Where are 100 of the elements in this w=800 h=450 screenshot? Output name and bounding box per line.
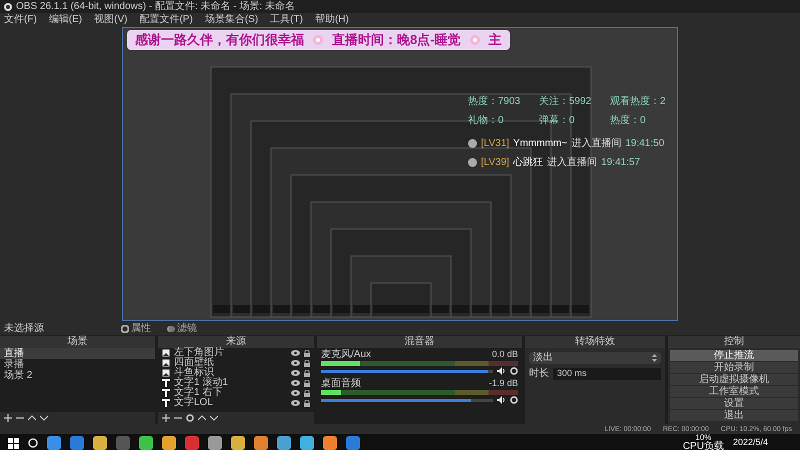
badge-icon: [468, 139, 477, 148]
level-reading: 0.0 dB: [492, 350, 518, 360]
eye-icon: [291, 380, 300, 386]
dock-title: 控制: [724, 337, 744, 347]
banner-text: 直播时间：晚8点-睡觉: [332, 31, 461, 50]
app-icon[interactable]: [208, 436, 222, 450]
channel-name: 麦克风/Aux: [321, 350, 372, 360]
lock-icon: [304, 350, 310, 356]
app-icon[interactable]: [139, 436, 153, 450]
menu-item[interactable]: 编辑(E): [48, 14, 82, 24]
lock-icon: [304, 370, 310, 376]
user-name: 心跳狂: [513, 156, 544, 170]
image-icon: [162, 369, 170, 377]
menu-item[interactable]: 工具(T): [270, 14, 303, 24]
stat-text: 关注：5992: [539, 94, 592, 109]
badge-icon: [468, 158, 477, 167]
app-icon[interactable]: [162, 436, 176, 450]
user-level: [LV39]: [481, 156, 510, 170]
lock-icon: [304, 380, 310, 386]
cpu-percent: 10%: [695, 434, 712, 442]
eye-icon: [291, 370, 300, 376]
dropdown-value: 淡出: [533, 353, 553, 363]
eye-icon: [291, 400, 300, 406]
scene-item[interactable]: 录播: [0, 359, 155, 370]
dock-title: 场景: [68, 337, 88, 347]
source-name: 四面壁纸: [174, 358, 215, 368]
transition-dropdown[interactable]: 淡出: [529, 352, 661, 364]
menu-item[interactable]: 视图(V): [94, 14, 128, 24]
source-name: 左下角图片: [174, 348, 225, 358]
user-level: [LV31]: [481, 137, 510, 151]
source-name: 斗鱼标识: [174, 368, 214, 378]
move-up-icon[interactable]: [198, 414, 206, 422]
add-icon[interactable]: [162, 414, 170, 422]
app-icon[interactable]: [70, 436, 84, 450]
channel-name: 桌面音频: [321, 379, 361, 389]
move-down-icon[interactable]: [40, 414, 48, 422]
scene-item[interactable]: 直播: [0, 348, 155, 359]
stat-text: 观看热度：2: [610, 94, 667, 109]
image-icon: [162, 359, 170, 367]
move-up-icon[interactable]: [28, 414, 36, 422]
menu-item[interactable]: 文件(F): [4, 14, 37, 24]
app-icon[interactable]: [277, 436, 291, 450]
lock-icon: [304, 360, 310, 366]
window-title: OBS 26.1.1 (64-bit, windows) - 配置文件: 未命名 - 场景: 未命名: [16, 2, 295, 12]
app-icon[interactable]: [93, 436, 107, 450]
windows-icon: [8, 438, 19, 448]
search-circle-icon: [28, 438, 38, 448]
banner-text: 主: [488, 31, 502, 50]
duration-label: 时长: [529, 369, 549, 379]
source-name: 文字LOL: [174, 398, 214, 408]
stat-text: 礼物：0: [468, 114, 505, 128]
speaker-icon: [497, 367, 506, 375]
control-button[interactable]: 工作室模式: [670, 386, 798, 397]
control-button[interactable]: 开始录制: [670, 362, 798, 373]
source-name: 文字1 滚动1: [174, 378, 229, 388]
message-time: 19:41:57: [601, 156, 640, 170]
app-icon[interactable]: [323, 436, 337, 450]
menu-item[interactable]: 帮助(H): [314, 14, 349, 24]
message-text: 进入直播间: [571, 136, 622, 151]
taskbar-date: 2022/5/4: [732, 436, 768, 450]
control-button[interactable]: 设置: [670, 398, 798, 409]
spinner-arrows-icon: [652, 354, 657, 362]
app-icon[interactable]: [47, 436, 61, 450]
stat-text: 热度：7903: [468, 94, 522, 109]
lock-icon: [304, 390, 310, 396]
eye-icon: [291, 390, 300, 396]
source-name: 文字1 右下: [174, 388, 224, 398]
level-reading: -1.9 dB: [488, 379, 518, 389]
stat-text: 弹幕：0: [539, 114, 576, 128]
menu-item[interactable]: 场景集合(S): [204, 14, 258, 24]
app-icon[interactable]: [300, 436, 314, 450]
control-button[interactable]: 停止推流: [670, 350, 798, 361]
eye-icon: [291, 360, 300, 366]
control-button[interactable]: 启动虚拟摄像机: [670, 374, 798, 385]
menu-item[interactable]: 配置文件(P): [139, 14, 193, 24]
lock-icon: [304, 400, 310, 406]
flower-icon: [468, 34, 481, 46]
message-time: 19:41:50: [625, 137, 664, 151]
stat-text: 热度：0: [610, 114, 647, 128]
toolbar-button[interactable]: 属性: [117, 324, 155, 334]
app-icon[interactable]: [346, 436, 360, 450]
duration-field[interactable]: 300 ms: [553, 368, 661, 380]
user-name: Ymmmmm~: [513, 137, 568, 151]
add-icon[interactable]: [4, 414, 12, 422]
app-icon[interactable]: [254, 436, 268, 450]
move-down-icon[interactable]: [210, 414, 218, 422]
speaker-icon: [497, 396, 506, 404]
control-button[interactable]: 退出: [670, 410, 798, 421]
message-text: 进入直播间: [547, 156, 598, 170]
dock-title: 混音器: [404, 337, 434, 347]
toolbar-button[interactable]: 滤镜: [163, 324, 201, 334]
dock-title: 转场特效: [575, 337, 615, 347]
dock-title: 来源: [226, 337, 246, 347]
app-logo-icon: [4, 2, 12, 10]
app-icon[interactable]: [231, 436, 245, 450]
flower-icon: [312, 34, 324, 46]
scene-item[interactable]: 场景 2: [0, 370, 155, 381]
app-icon[interactable]: [185, 436, 199, 450]
banner-text: 感谢一路久伴，有你们很幸福: [135, 31, 304, 50]
selected-source-label: 未选择源: [4, 324, 45, 334]
